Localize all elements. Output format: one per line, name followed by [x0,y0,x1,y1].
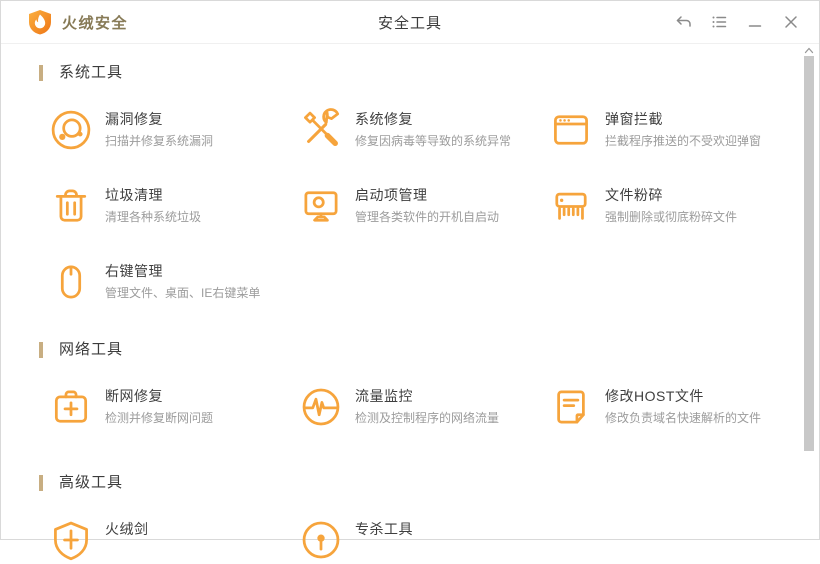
host-file-icon [557,390,585,424]
tool-title: 启动项管理 [355,187,428,203]
window-controls [671,1,803,43]
tool-desc: 清理各种系统垃圾 [105,210,202,224]
tool-title: 漏洞修复 [105,111,163,127]
tool-desc: 检测及控制程序的网络流量 [355,411,500,425]
tool-item-special-kill[interactable]: 专杀工具 [299,518,549,564]
tool-title: 文件粉碎 [605,187,663,203]
section-bar [39,65,43,81]
tool-title: 修改HOST文件 [605,388,704,404]
section-name: 高级工具 [59,474,124,491]
system-repair-icon [304,108,340,147]
minimize-button[interactable] [743,10,767,34]
tool-item-vulnerability-fix[interactable]: 漏洞修复 扫描并修复系统漏洞 [49,108,299,154]
close-icon [785,16,797,28]
tool-title: 流量监控 [355,388,413,404]
file-shredder-icon [555,192,587,220]
startup-manager-icon [304,191,338,222]
section-name: 系统工具 [59,64,124,81]
tool-item-network-repair[interactable]: 断网修复 检测并修复断网问题 [49,385,299,431]
tool-item-file-shredder[interactable]: 文件粉碎 强制删除或彻底粉碎文件 [549,184,799,230]
tool-desc: 管理各类软件的开机自启动 [355,210,500,224]
tool-item-host-file[interactable]: 修改HOST文件 修改负责域名快速解析的文件 [549,385,799,431]
scrollbar[interactable] [804,44,814,539]
menu-button[interactable] [707,10,731,34]
junk-clean-icon [55,189,87,222]
section-header-advanced-tools: 高级工具 [39,473,819,493]
tool-desc: 修复因病毒等导致的系统异常 [355,134,512,148]
tool-title: 系统修复 [355,111,413,127]
huorong-sword-icon [54,521,88,561]
network-repair-icon [54,390,88,423]
section-name: 网络工具 [59,341,124,358]
tool-desc: 扫描并修复系统漏洞 [105,134,214,148]
tool-title: 弹窗拦截 [605,111,663,127]
section-header-system-tools: 系统工具 [39,63,819,83]
app-logo: 火绒安全 [27,9,128,35]
vulnerability-fix-icon [51,110,91,150]
tool-title: 垃圾清理 [105,187,163,203]
minimize-icon [748,25,762,27]
section-header-network-tools: 网络工具 [39,340,819,360]
popup-blocker-icon [554,115,588,145]
scrollbar-thumb[interactable] [804,56,814,451]
scroll-up-arrow-icon[interactable] [804,46,814,55]
tool-item-system-repair[interactable]: 系统修复 修复因病毒等导致的系统异常 [299,108,549,154]
tool-item-traffic-monitor[interactable]: 流量监控 检测及控制程序的网络流量 [299,385,549,431]
section-bar [39,475,43,491]
traffic-monitor-icon [302,388,340,426]
tool-desc: 修改负责域名快速解析的文件 [605,411,762,425]
network-tools-grid: 断网修复 检测并修复断网问题 流量监控 检测及控制程序的网络流量 修改HOST文… [39,385,819,431]
tools-page: 系统工具 漏洞修复 扫描并修复系统漏洞 系统修复 修复因病毒等导致的系统异常 弹… [1,63,819,564]
tool-desc: 拦截程序推送的不受欢迎弹窗 [605,134,762,148]
tool-item-popup-blocker[interactable]: 弹窗拦截 拦截程序推送的不受欢迎弹窗 [549,108,799,154]
tool-desc: 检测并修复断网问题 [105,411,214,425]
tool-title: 火绒剑 [105,521,149,537]
right-click-manager-icon [60,265,82,299]
tool-item-huorong-sword[interactable]: 火绒剑 [49,518,299,564]
tool-desc: 管理文件、桌面、IE右键菜单 [105,286,261,300]
back-button[interactable] [671,10,695,34]
app-name: 火绒安全 [62,14,129,32]
special-kill-icon [302,521,340,559]
back-icon [676,16,691,27]
tool-title: 专杀工具 [355,521,413,537]
tool-item-startup-manager[interactable]: 启动项管理 管理各类软件的开机自启动 [299,184,549,230]
tool-title: 右键管理 [105,263,163,279]
section-bar [39,342,43,358]
tool-title: 断网修复 [105,388,163,404]
close-button[interactable] [779,10,803,34]
shield-flame-logo-icon [29,10,51,35]
titlebar: 火绒安全 安全工具 [1,1,819,44]
advanced-tools-grid: 火绒剑 专杀工具 [39,518,819,564]
tool-item-junk-clean[interactable]: 垃圾清理 清理各种系统垃圾 [49,184,299,230]
menu-icon [712,16,727,28]
system-tools-grid: 漏洞修复 扫描并修复系统漏洞 系统修复 修复因病毒等导致的系统异常 弹窗拦截 拦… [39,108,819,306]
tool-item-right-click-manager[interactable]: 右键管理 管理文件、桌面、IE右键菜单 [49,260,299,306]
tool-desc: 强制删除或彻底粉碎文件 [605,210,738,224]
